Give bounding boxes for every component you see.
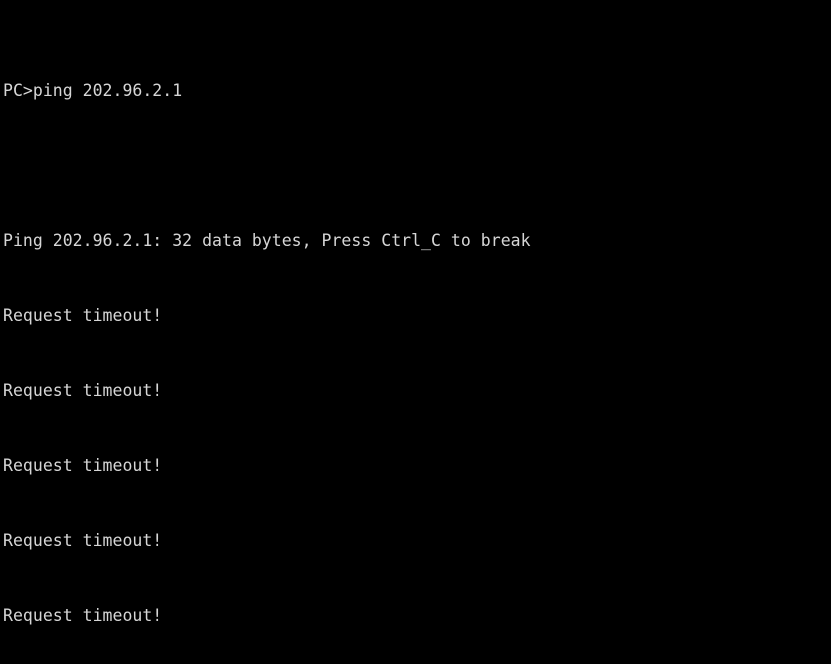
terminal-line-request-timeout: Request timeout!	[3, 381, 163, 400]
terminal-line-request-timeout: Request timeout!	[3, 306, 163, 325]
terminal-line-request-timeout: Request timeout!	[3, 531, 163, 550]
terminal-line-command-ping: PC>ping 202.96.2.1	[3, 81, 183, 100]
terminal-line-request-timeout: Request timeout!	[3, 456, 163, 475]
terminal-line-request-timeout: Request timeout!	[3, 606, 163, 625]
terminal-line-ping-header: Ping 202.96.2.1: 32 data bytes, Press Ct…	[3, 231, 531, 250]
terminal-console[interactable]: PC>ping 202.96.2.1 Ping 202.96.2.1: 32 d…	[0, 0, 831, 664]
